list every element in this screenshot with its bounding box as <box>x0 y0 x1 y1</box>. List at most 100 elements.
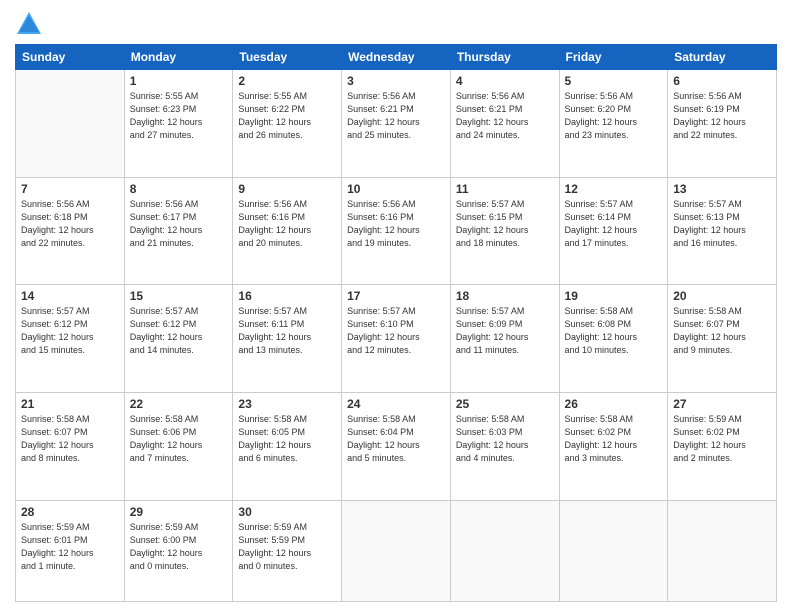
weekday-header-wednesday: Wednesday <box>342 45 451 70</box>
weekday-header-tuesday: Tuesday <box>233 45 342 70</box>
day-number: 17 <box>347 289 445 303</box>
day-info: Sunrise: 5:57 AMSunset: 6:12 PMDaylight:… <box>21 305 119 357</box>
calendar-cell: 3Sunrise: 5:56 AMSunset: 6:21 PMDaylight… <box>342 70 451 178</box>
calendar-cell: 29 Sunrise: 5:59 AMSunset: 6:00 PMDayligh… <box>124 500 233 601</box>
day-number: 24 <box>347 397 445 411</box>
day-info: Sunrise: 5:56 AMSunset: 6:19 PMDaylight:… <box>673 90 771 142</box>
calendar-cell: 22Sunrise: 5:58 AMSunset: 6:06 PMDayligh… <box>124 392 233 500</box>
day-info: Sunrise: 5:56 AMSunset: 6:18 PMDaylight:… <box>21 198 119 250</box>
calendar-cell: 4 Sunrise: 5:56 AMSunset: 6:21 PMDaylight… <box>450 70 559 178</box>
weekday-header-thursday: Thursday <box>450 45 559 70</box>
day-info: Sunrise: 5:58 AMSunset: 6:03 PMDaylight:… <box>456 413 554 465</box>
day-number: 14 <box>21 289 119 303</box>
day-number: 23 <box>238 397 336 411</box>
day-number: 5 <box>565 74 663 88</box>
calendar-cell <box>450 500 559 601</box>
calendar-cell: 15 Sunrise: 5:57 AMSunset: 6:12 PMDayligh… <box>124 285 233 393</box>
week-row-1: 1 Sunrise: 5:55 AMSunset: 6:23 PMDaylight… <box>16 70 777 178</box>
calendar-cell: 17 Sunrise: 5:57 AMSunset: 6:10 PMDayligh… <box>342 285 451 393</box>
day-number: 4 <box>456 74 554 88</box>
week-row-4: 21 Sunrise: 5:58 AMSunset: 6:07 PMDayligh… <box>16 392 777 500</box>
day-info: Sunrise: 5:57 AMSunset: 6:09 PMDaylight:… <box>456 305 554 357</box>
weekday-header-row: SundayMondayTuesdayWednesdayThursdayFrid… <box>16 45 777 70</box>
calendar-cell: 13Sunrise: 5:57 AMSunset: 6:13 PMDayligh… <box>668 177 777 285</box>
day-number: 25 <box>456 397 554 411</box>
day-info: Sunrise: 5:59 AMSunset: 6:00 PMDaylight:… <box>130 521 228 573</box>
day-number: 11 <box>456 182 554 196</box>
calendar-cell: 30 Sunrise: 5:59 AMSunset: 5:59 PMDayligh… <box>233 500 342 601</box>
calendar-cell: 23 Sunrise: 5:58 AMSunset: 6:05 PMDayligh… <box>233 392 342 500</box>
calendar-cell: 16Sunrise: 5:57 AMSunset: 6:11 PMDayligh… <box>233 285 342 393</box>
page: SundayMondayTuesdayWednesdayThursdayFrid… <box>0 0 792 612</box>
calendar-cell <box>342 500 451 601</box>
calendar-cell: 7 Sunrise: 5:56 AMSunset: 6:18 PMDaylight… <box>16 177 125 285</box>
day-number: 30 <box>238 505 336 519</box>
calendar-cell: 24 Sunrise: 5:58 AMSunset: 6:04 PMDayligh… <box>342 392 451 500</box>
day-info: Sunrise: 5:58 AMSunset: 6:04 PMDaylight:… <box>347 413 445 465</box>
day-info: Sunrise: 5:56 AMSunset: 6:17 PMDaylight:… <box>130 198 228 250</box>
calendar-cell: 11 Sunrise: 5:57 AMSunset: 6:15 PMDayligh… <box>450 177 559 285</box>
week-row-3: 14 Sunrise: 5:57 AMSunset: 6:12 PMDayligh… <box>16 285 777 393</box>
calendar-cell: 5Sunrise: 5:56 AMSunset: 6:20 PMDaylight… <box>559 70 668 178</box>
day-info: Sunrise: 5:57 AMSunset: 6:12 PMDaylight:… <box>130 305 228 357</box>
calendar-cell: 28 Sunrise: 5:59 AMSunset: 6:01 PMDayligh… <box>16 500 125 601</box>
calendar-cell: 26Sunrise: 5:58 AMSunset: 6:02 PMDayligh… <box>559 392 668 500</box>
day-info: Sunrise: 5:59 AMSunset: 6:01 PMDaylight:… <box>21 521 119 573</box>
day-info: Sunrise: 5:59 AMSunset: 6:02 PMDaylight:… <box>673 413 771 465</box>
day-number: 21 <box>21 397 119 411</box>
day-number: 29 <box>130 505 228 519</box>
logo <box>15 10 47 38</box>
calendar-table: SundayMondayTuesdayWednesdayThursdayFrid… <box>15 44 777 602</box>
weekday-header-saturday: Saturday <box>668 45 777 70</box>
day-info: Sunrise: 5:58 AMSunset: 6:05 PMDaylight:… <box>238 413 336 465</box>
logo-icon <box>15 10 43 38</box>
day-number: 19 <box>565 289 663 303</box>
day-number: 22 <box>130 397 228 411</box>
day-info: Sunrise: 5:56 AMSunset: 6:21 PMDaylight:… <box>347 90 445 142</box>
calendar-cell: 21 Sunrise: 5:58 AMSunset: 6:07 PMDayligh… <box>16 392 125 500</box>
calendar-cell: 12 Sunrise: 5:57 AMSunset: 6:14 PMDayligh… <box>559 177 668 285</box>
calendar-cell: 1 Sunrise: 5:55 AMSunset: 6:23 PMDaylight… <box>124 70 233 178</box>
day-number: 26 <box>565 397 663 411</box>
week-row-2: 7 Sunrise: 5:56 AMSunset: 6:18 PMDaylight… <box>16 177 777 285</box>
day-info: Sunrise: 5:57 AMSunset: 6:14 PMDaylight:… <box>565 198 663 250</box>
day-number: 7 <box>21 182 119 196</box>
calendar-cell: 19 Sunrise: 5:58 AMSunset: 6:08 PMDayligh… <box>559 285 668 393</box>
day-number: 2 <box>238 74 336 88</box>
calendar-cell: 10 Sunrise: 5:56 AMSunset: 6:16 PMDayligh… <box>342 177 451 285</box>
day-number: 6 <box>673 74 771 88</box>
day-number: 15 <box>130 289 228 303</box>
calendar-cell <box>668 500 777 601</box>
day-info: Sunrise: 5:58 AMSunset: 6:07 PMDaylight:… <box>673 305 771 357</box>
calendar-cell: 14 Sunrise: 5:57 AMSunset: 6:12 PMDayligh… <box>16 285 125 393</box>
day-info: Sunrise: 5:55 AMSunset: 6:22 PMDaylight:… <box>238 90 336 142</box>
day-info: Sunrise: 5:57 AMSunset: 6:15 PMDaylight:… <box>456 198 554 250</box>
calendar-cell: 8Sunrise: 5:56 AMSunset: 6:17 PMDaylight… <box>124 177 233 285</box>
calendar-cell <box>559 500 668 601</box>
day-number: 1 <box>130 74 228 88</box>
calendar-cell: 25 Sunrise: 5:58 AMSunset: 6:03 PMDayligh… <box>450 392 559 500</box>
day-number: 27 <box>673 397 771 411</box>
day-info: Sunrise: 5:57 AMSunset: 6:10 PMDaylight:… <box>347 305 445 357</box>
day-number: 20 <box>673 289 771 303</box>
calendar-cell: 9Sunrise: 5:56 AMSunset: 6:16 PMDaylight… <box>233 177 342 285</box>
day-info: Sunrise: 5:58 AMSunset: 6:07 PMDaylight:… <box>21 413 119 465</box>
day-number: 9 <box>238 182 336 196</box>
day-number: 10 <box>347 182 445 196</box>
day-number: 12 <box>565 182 663 196</box>
weekday-header-monday: Monday <box>124 45 233 70</box>
week-row-5: 28 Sunrise: 5:59 AMSunset: 6:01 PMDayligh… <box>16 500 777 601</box>
day-info: Sunrise: 5:56 AMSunset: 6:21 PMDaylight:… <box>456 90 554 142</box>
calendar-cell: 20 Sunrise: 5:58 AMSunset: 6:07 PMDayligh… <box>668 285 777 393</box>
day-number: 28 <box>21 505 119 519</box>
day-number: 16 <box>238 289 336 303</box>
calendar-cell: 18Sunrise: 5:57 AMSunset: 6:09 PMDayligh… <box>450 285 559 393</box>
day-info: Sunrise: 5:58 AMSunset: 6:08 PMDaylight:… <box>565 305 663 357</box>
header <box>15 10 777 38</box>
day-info: Sunrise: 5:59 AMSunset: 5:59 PMDaylight:… <box>238 521 336 573</box>
calendar-cell: 27 Sunrise: 5:59 AMSunset: 6:02 PMDayligh… <box>668 392 777 500</box>
day-info: Sunrise: 5:55 AMSunset: 6:23 PMDaylight:… <box>130 90 228 142</box>
weekday-header-sunday: Sunday <box>16 45 125 70</box>
calendar-cell: 6 Sunrise: 5:56 AMSunset: 6:19 PMDaylight… <box>668 70 777 178</box>
day-info: Sunrise: 5:56 AMSunset: 6:16 PMDaylight:… <box>347 198 445 250</box>
